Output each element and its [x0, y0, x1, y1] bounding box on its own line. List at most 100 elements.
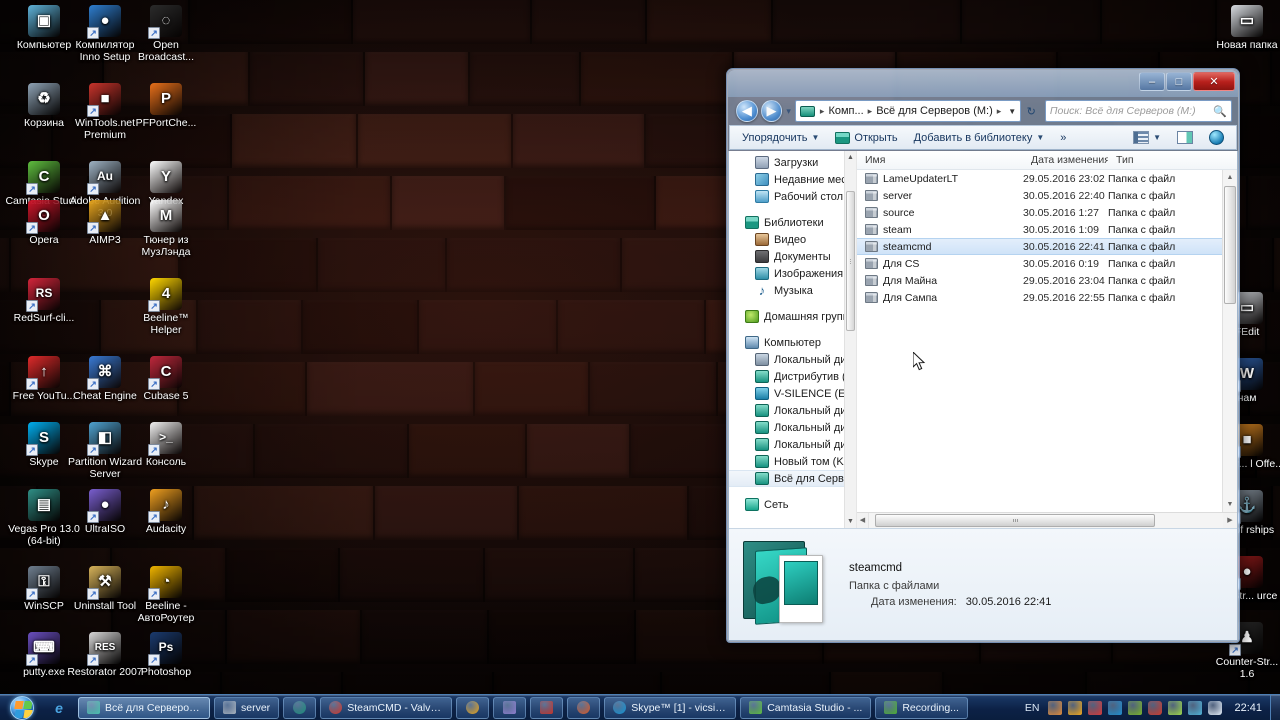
taskbar-button-aimp-icon[interactable] [456, 696, 490, 719]
nav-item-drive-icon[interactable]: Всё для Серверо [729, 470, 856, 487]
nav-scrollbar[interactable]: ▲ ▼ [844, 151, 856, 528]
column-header-type[interactable]: Тип [1108, 154, 1237, 166]
breadcrumb-dropdown-icon[interactable]: ▼ [1003, 107, 1021, 116]
table-row[interactable]: LameUpdaterLT 29.05.2016 23:02 Папка с фай… [857, 170, 1237, 187]
scroll-thumb[interactable] [1224, 186, 1236, 304]
taskbar-button-camtasia-icon[interactable]: Camtasia Studio - ... [740, 696, 872, 719]
breadcrumb-sep[interactable]: ▸ [995, 106, 1004, 117]
shield-icon[interactable] [1048, 700, 1063, 715]
explorer-window[interactable]: – □ ✕ ◀ ▶ ▾ ▸ Комп... ▸ Всё для Серверов… [726, 68, 1240, 643]
taskbar-button-chrome-icon[interactable] [567, 696, 601, 719]
table-row[interactable]: source 30.05.2016 1:27 Папка с файл [857, 204, 1237, 221]
green-app-icon[interactable] [1128, 700, 1143, 715]
taskbar-button-app-icon[interactable] [530, 696, 564, 719]
preview-pane-button[interactable] [1170, 129, 1200, 146]
network-icon[interactable] [1188, 700, 1203, 715]
nav-item-local-disk-icon[interactable]: Локальный диск [729, 351, 856, 368]
change-view-button[interactable]: ▼ [1126, 129, 1168, 146]
maximize-button[interactable]: □ [1166, 72, 1192, 91]
nav-item-drive-icon[interactable]: Новый том (K:) [729, 453, 856, 470]
taskbar-button-messenger-icon[interactable] [493, 696, 527, 719]
horizontal-scrollbar[interactable]: ◀ ▶ [857, 512, 1237, 528]
nav-item-drive-icon[interactable]: V-SILENCE (E:) [729, 385, 856, 402]
taskbar-button-steam-icon[interactable]: SteamCMD - Valve ... [320, 696, 453, 719]
taskbar-button-skype-icon[interactable]: Skype™ [1] - vicsile... [604, 696, 737, 719]
breadcrumb-item-drive[interactable]: Всё для Серверов (M:) [874, 104, 995, 118]
clock[interactable]: 22:41 [1228, 702, 1270, 714]
nav-item-downloads-icon[interactable]: Загрузки [729, 154, 856, 171]
forward-button[interactable]: ▶ [760, 100, 783, 122]
start-button[interactable] [0, 695, 44, 720]
nav-item-drive-icon[interactable]: Локальный диск [729, 436, 856, 453]
taskbar-button-explorer-drive-icon[interactable]: Всё для Серверов (... [78, 696, 210, 719]
nav-item-videos-icon[interactable]: Видео [729, 231, 856, 248]
breadcrumb-item-computer[interactable]: Комп... [826, 104, 865, 118]
nav-item-homegroup-icon[interactable]: Домашняя группа [729, 308, 856, 325]
history-caret-icon[interactable]: ▾ [785, 106, 792, 117]
close-button[interactable]: ✕ [1193, 72, 1235, 91]
organize-button[interactable]: Упорядочить ▼ [735, 130, 826, 146]
nav-item-recent-places-icon[interactable]: Недавние места [729, 171, 856, 188]
taskbar-button-media-icon[interactable] [283, 696, 317, 719]
language-indicator[interactable]: EN [1025, 702, 1042, 714]
nav-item-pictures-icon[interactable]: Изображения [729, 265, 856, 282]
hscroll-left-icon[interactable]: ◀ [857, 513, 869, 528]
desktop-icon-audacity-icon[interactable]: ♪ ↗ Audacity [127, 489, 205, 536]
minimize-button[interactable]: – [1139, 72, 1165, 91]
taskbar[interactable]: e Всё для Серверов (... server SteamCMD - … [0, 694, 1280, 720]
nav-scroll-thumb[interactable] [846, 191, 855, 331]
internet-explorer-icon[interactable] [1108, 700, 1123, 715]
desktop-icon-console-icon[interactable]: >_ ↗ Консоль [127, 422, 205, 469]
nav-item-documents-icon[interactable]: Документы [729, 248, 856, 265]
volume-icon[interactable] [1208, 700, 1223, 715]
search-input[interactable]: Поиск: Всё для Серверов (M:) 🔍 [1044, 100, 1233, 122]
nav-item-drive-icon[interactable]: Локальный диск [729, 419, 856, 436]
nav-item-music-icon[interactable]: ♪ Музыка [729, 282, 856, 299]
table-row[interactable]: steamcmd 30.05.2016 22:41 Папка с файл [857, 238, 1237, 255]
table-row[interactable]: Для Сампа 29.05.2016 22:55 Папка с файл [857, 289, 1237, 306]
show-desktop-button[interactable] [1270, 694, 1280, 720]
file-list-pane[interactable]: Имя Дата изменения Тип LameUpdaterLT 29.0… [857, 151, 1237, 528]
speaker-red-icon[interactable] [1148, 700, 1163, 715]
nav-item-libraries-icon[interactable]: Библиотеки [729, 214, 856, 231]
app-red-icon[interactable] [1088, 700, 1103, 715]
add-to-library-button[interactable]: Добавить в библиотеку ▼ [907, 130, 1052, 146]
warning-icon[interactable] [1068, 700, 1083, 715]
desktop-icon-pfportchecker-icon[interactable]: Р PFPortChe... [127, 83, 205, 130]
table-row[interactable]: Для CS 30.05.2016 0:19 Папка с файл [857, 255, 1237, 272]
internet-explorer-icon[interactable]: e [50, 699, 68, 717]
nav-item-drive-icon[interactable]: Локальный диск [729, 402, 856, 419]
nav-item-network-icon[interactable]: Сеть [729, 496, 856, 513]
toolbar-overflow-button[interactable]: » [1053, 130, 1073, 146]
column-header-name[interactable]: Имя [857, 154, 1023, 166]
desktop-icon-redsurf-icon[interactable]: RS ↗ RedSurf-cli... [5, 278, 83, 325]
hscroll-thumb[interactable] [875, 514, 1155, 527]
battery-icon[interactable] [1168, 700, 1183, 715]
file-rows[interactable]: LameUpdaterLT 29.05.2016 23:02 Папка с фай… [857, 170, 1237, 512]
hscroll-track[interactable] [869, 513, 1223, 528]
refresh-button[interactable]: ↻ [1024, 105, 1039, 118]
desktop-icon-new-folder-icon[interactable]: ▭ Новая папка [1208, 5, 1280, 52]
nav-item-drive-icon[interactable]: Дистрибутив (D: [729, 368, 856, 385]
nav-item-computer-icon[interactable]: Компьютер [729, 334, 856, 351]
desktop-icon-beeline-helper-icon[interactable]: 4 ↗ Beeline™ Helper [127, 278, 205, 336]
nav-item-desktop-icon[interactable]: Рабочий стол [729, 188, 856, 205]
table-row[interactable]: Для Майна 29.05.2016 23:04 Папка с файл [857, 272, 1237, 289]
column-header-date[interactable]: Дата изменения [1023, 154, 1108, 166]
breadcrumb[interactable]: ▸ Комп... ▸ Всё для Серверов (M:) ▸ ▼ [794, 100, 1021, 122]
desktop-icon-obs-icon[interactable]: ◌ ↗ Open Broadcast... [127, 5, 205, 63]
desktop-icon-muzland-tuner-icon[interactable]: M Тюнер из МузЛэнда [127, 200, 205, 258]
hscroll-right-icon[interactable]: ▶ [1223, 513, 1237, 528]
table-row[interactable]: server 30.05.2016 22:40 Папка с файл [857, 187, 1237, 204]
nav-scroll-down-icon[interactable]: ▼ [845, 515, 856, 528]
scroll-up-icon[interactable]: ▲ [1223, 170, 1237, 185]
navigation-pane[interactable]: Загрузки Недавние места Рабочий стол Библио… [729, 151, 857, 528]
scroll-down-icon[interactable]: ▼ [1223, 497, 1237, 512]
desktop-icon-beeline-router-icon[interactable]: ◔ ↗ Beeline - АвтоРоутер [127, 566, 205, 624]
back-button[interactable]: ◀ [736, 100, 758, 122]
nav-scroll-up-icon[interactable]: ▲ [845, 151, 856, 164]
taskbar-button-folder-icon[interactable]: server [214, 696, 280, 719]
file-list-scrollbar[interactable]: ▲ ▼ [1222, 170, 1237, 512]
help-button[interactable] [1202, 128, 1231, 147]
window-titlebar[interactable]: – □ ✕ [728, 70, 1238, 97]
